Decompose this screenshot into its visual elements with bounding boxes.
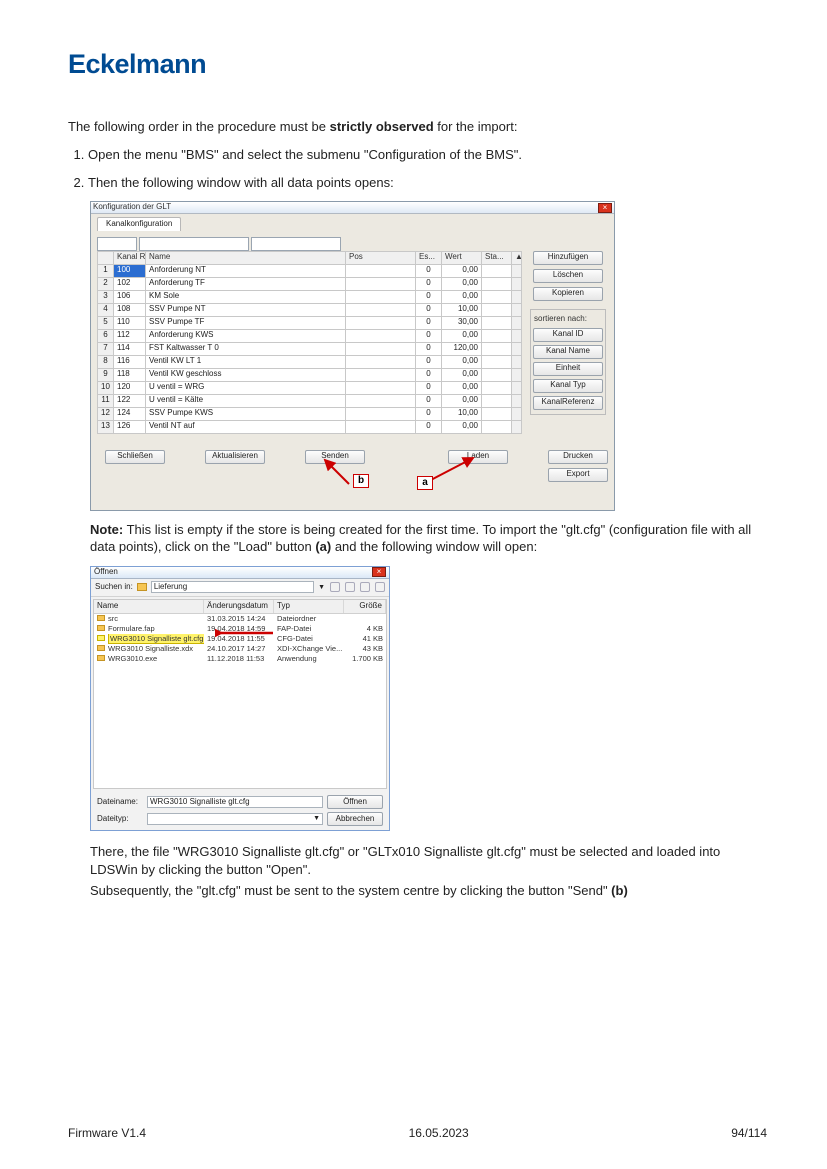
note-label: Note: xyxy=(90,522,123,537)
export-button[interactable]: Export xyxy=(548,468,608,482)
th-sta: Sta... xyxy=(482,251,512,264)
lookin-dropdown[interactable]: Lieferung xyxy=(151,581,314,593)
note-paragraph: Note: This list is empty if the store is… xyxy=(90,521,767,556)
table-row[interactable]: 12124SSV Pumpe KWS010,00 xyxy=(98,407,522,420)
brand-logo: Eckelmann xyxy=(68,46,767,82)
sort-kanalid-button[interactable]: Kanal ID xyxy=(533,328,603,342)
table-row[interactable]: 6112Anforderung KWS00,00 xyxy=(98,329,522,342)
print-button[interactable]: Drucken xyxy=(548,450,608,464)
filter-ref[interactable] xyxy=(97,237,137,251)
th-es: Es... xyxy=(416,251,442,264)
table-row[interactable]: 9118Ventil KW geschloss00,00 xyxy=(98,368,522,381)
th-pos: Pos xyxy=(346,251,416,264)
table-row[interactable]: 5110SSV Pumpe TF030,00 xyxy=(98,316,522,329)
list-item[interactable]: WRG3010 Signalliste.xdx24.10.2017 14:27X… xyxy=(94,644,386,654)
filename-field[interactable]: WRG3010 Signalliste glt.cfg xyxy=(147,796,323,808)
filter-pos[interactable] xyxy=(251,237,341,251)
close-icon[interactable]: × xyxy=(598,203,612,213)
list-item[interactable]: WRG3010.exe11.12.2018 11:53Anwendung1.70… xyxy=(94,654,386,664)
table-row[interactable]: 8116Ventil KW LT 100,00 xyxy=(98,355,522,368)
selection-arrow xyxy=(215,627,275,639)
sort-kanaltyp-button[interactable]: Kanal Typ xyxy=(533,379,603,393)
footer-left: Firmware V1.4 xyxy=(68,1125,146,1141)
datapoint-table: Kanal Referenz Name Pos Es... Wert Sta..… xyxy=(97,251,522,434)
close-icon[interactable]: × xyxy=(372,567,386,577)
list-item[interactable]: src31.03.2015 14:24Dateiordner xyxy=(94,614,386,624)
up-icon[interactable] xyxy=(345,582,355,592)
newfolder-icon[interactable] xyxy=(360,582,370,592)
open-dialog-window: Öffnen × Suchen in: Lieferung ▼ Name Änd… xyxy=(90,566,390,831)
table-row[interactable]: 1100Anforderung NT00,00 xyxy=(98,264,522,277)
intro-text: The following order in the procedure mus… xyxy=(68,118,767,136)
cancel-button[interactable]: Abbrechen xyxy=(327,812,383,826)
th-wert: Wert xyxy=(442,251,482,264)
note-a-ref: (a) xyxy=(315,539,331,554)
close-button[interactable]: Schließen xyxy=(105,450,165,464)
filter-name[interactable] xyxy=(139,237,249,251)
after-text-2: Subsequently, the "glt.cfg" must be sent… xyxy=(90,882,767,900)
tab-kanalkonfig[interactable]: Kanalkonfiguration xyxy=(97,217,181,231)
sort-kanalname-button[interactable]: Kanal Name xyxy=(533,345,603,359)
win2-title: Öffnen xyxy=(94,567,118,578)
sort-label: sortieren nach: xyxy=(534,314,587,325)
sort-einheit-button[interactable]: Einheit xyxy=(533,362,603,376)
col-name[interactable]: Name xyxy=(94,600,204,613)
intro-pre: The following order in the procedure mus… xyxy=(68,119,330,134)
step-2: Then the following window with all data … xyxy=(88,174,767,192)
dropdown-icon[interactable]: ▼ xyxy=(318,583,325,592)
table-row[interactable]: 3106KM Sole00,00 xyxy=(98,290,522,303)
views-icon[interactable] xyxy=(375,582,385,592)
add-button[interactable]: Hinzufügen xyxy=(533,251,603,265)
table-row[interactable]: 2102Anforderung TF00,00 xyxy=(98,277,522,290)
back-icon[interactable] xyxy=(330,582,340,592)
after-text-1: There, the file "WRG3010 Signalliste glt… xyxy=(90,843,767,878)
th-ref: Kanal Referenz xyxy=(114,251,146,264)
col-type[interactable]: Typ xyxy=(274,600,344,613)
copy-button[interactable]: Kopieren xyxy=(533,287,603,301)
footer-right: 94/114 xyxy=(731,1125,767,1141)
table-row[interactable]: 11122U ventil = Kälte00,00 xyxy=(98,394,522,407)
folder-icon xyxy=(137,583,147,591)
callout-b: b xyxy=(353,474,369,488)
step-1: Open the menu "BMS" and select the subme… xyxy=(88,146,767,164)
table-row[interactable]: 10120U ventil = WRG00,00 xyxy=(98,381,522,394)
filetype-label: Dateityp: xyxy=(97,814,143,825)
col-date[interactable]: Änderungsdatum xyxy=(204,600,274,613)
filetype-dropdown[interactable]: ▼ xyxy=(147,813,323,825)
col-size[interactable]: Größe xyxy=(344,600,386,613)
refresh-button[interactable]: Aktualisieren xyxy=(205,450,265,464)
table-row[interactable]: 4108SSV Pumpe NT010,00 xyxy=(98,303,522,316)
intro-post: for the import: xyxy=(434,119,518,134)
open-button[interactable]: Öffnen xyxy=(327,795,383,809)
glt-config-window: Konfiguration der GLT × Kanalkonfigurati… xyxy=(90,201,615,511)
delete-button[interactable]: Löschen xyxy=(533,269,603,283)
intro-strong: strictly observed xyxy=(330,119,434,134)
footer-center: 16.05.2023 xyxy=(409,1125,469,1141)
sort-kanalref-button[interactable]: KanalReferenz xyxy=(533,396,603,410)
after-b-ref: (b) xyxy=(611,883,628,898)
win1-title: Konfiguration der GLT xyxy=(93,202,171,213)
note-post: and the following window will open: xyxy=(331,539,537,554)
table-row[interactable]: 7114FST Kaltwasser T 00120,00 xyxy=(98,342,522,355)
filename-label: Dateiname: xyxy=(97,797,143,808)
lookin-label: Suchen in: xyxy=(95,582,133,593)
callout-a: a xyxy=(417,476,433,490)
step-2-text: Then the following window with all data … xyxy=(88,175,394,190)
table-row[interactable]: 13126Ventil NT auf00,00 xyxy=(98,420,522,433)
th-name: Name xyxy=(146,251,346,264)
